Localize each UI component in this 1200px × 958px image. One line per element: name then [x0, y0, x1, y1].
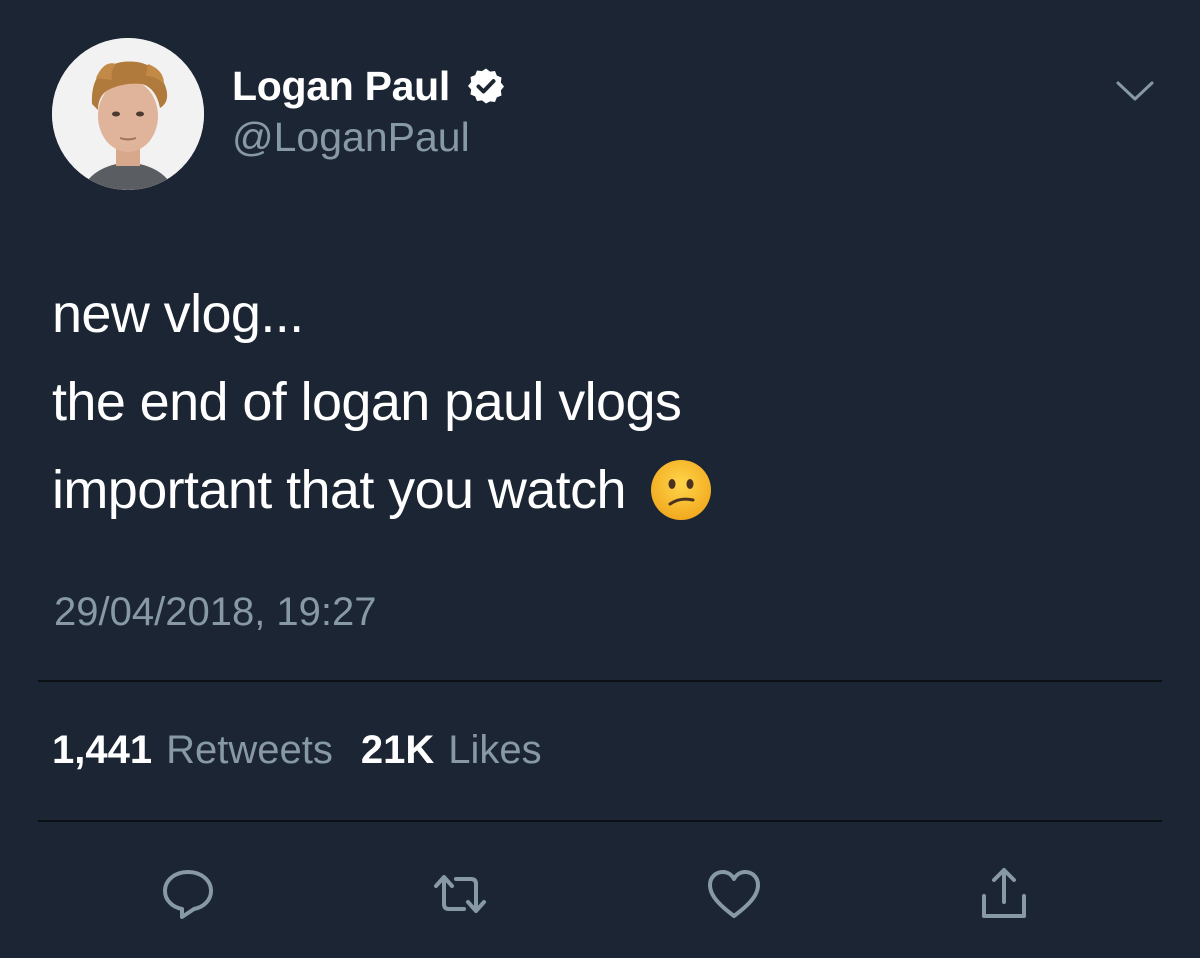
tweet-line-text: important that you watch — [52, 460, 627, 520]
likes-count[interactable]: 21K — [361, 728, 434, 773]
display-name[interactable]: Logan Paul — [232, 63, 450, 110]
reply-button[interactable] — [156, 862, 220, 926]
tweet-line-text: the end of logan paul vlogs — [52, 372, 682, 432]
handle[interactable]: @LoganPaul — [232, 114, 470, 161]
avatar-image — [52, 38, 204, 190]
tweet-stats: 1,441 Retweets 21K Likes — [52, 728, 570, 773]
tweet-actions — [0, 862, 1200, 926]
chevron-down-icon[interactable] — [1114, 78, 1156, 104]
tweet-line: new vlog... — [52, 270, 1152, 358]
reply-icon — [163, 870, 213, 919]
tweet-line: important that you watch — [52, 446, 1152, 534]
tweet-text: new vlog... the end of logan paul vlogs … — [52, 270, 1152, 534]
share-icon — [982, 868, 1026, 918]
tweet-line: the end of logan paul vlogs — [52, 358, 1152, 446]
likes-label[interactable]: Likes — [448, 728, 541, 773]
retweets-count[interactable]: 1,441 — [52, 728, 152, 773]
divider — [38, 680, 1162, 682]
tweet-card: Logan Paul @LoganPaul new vlog... the en… — [0, 0, 1200, 958]
tweet-timestamp[interactable]: 29/04/2018, 19:27 — [54, 590, 377, 635]
like-button[interactable] — [702, 862, 766, 926]
author-name-row[interactable]: Logan Paul — [232, 60, 506, 112]
avatar[interactable] — [52, 38, 204, 190]
divider — [38, 820, 1162, 822]
verified-badge-icon — [467, 68, 504, 104]
confused-face-icon — [650, 460, 711, 520]
tweet-line-text: new vlog... — [52, 284, 304, 344]
retweets-label[interactable]: Retweets — [166, 728, 333, 773]
share-button[interactable] — [972, 862, 1036, 926]
like-icon — [708, 870, 760, 918]
retweet-icon — [434, 875, 486, 913]
retweet-button[interactable] — [428, 862, 492, 926]
